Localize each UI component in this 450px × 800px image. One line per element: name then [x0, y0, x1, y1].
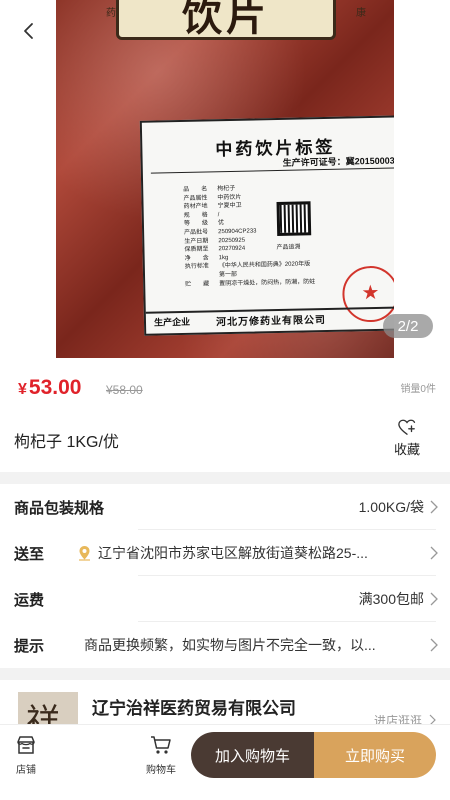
spec-list: 商品包装规格 1.00KG/袋 送至 辽宁省沈阳市苏家屯区解放街道葵松路25-.…	[0, 484, 450, 668]
spec-key: 商品包装规格	[14, 499, 105, 517]
add-to-cart-button[interactable]: 加入购物车	[191, 732, 314, 778]
herb-label-card: 中药饮片标签 生产许可证号：冀20150003 品 名枸杞子 产品属性 中药饮片 药材…	[139, 115, 394, 336]
chevron-right-icon	[430, 546, 438, 560]
original-price: ¥58.00	[106, 383, 143, 397]
label-row-key: 执行标准	[184, 263, 209, 271]
heart-plus-icon	[398, 419, 416, 435]
bag-top-right-text: 康	[356, 8, 366, 19]
spec-value: 商品更换频繁，如实物与图片不完全一致，以...	[84, 637, 376, 653]
spec-value: 满300包邮	[358, 591, 424, 607]
label-company-value: 河北万修药业有限公司	[215, 314, 327, 329]
spec-key: 运费	[14, 591, 45, 609]
spec-key: 送至	[14, 545, 45, 563]
bag-banner-text: 饮片	[182, 0, 270, 40]
current-price: ¥ 53.00	[18, 376, 81, 400]
chevron-right-icon	[430, 638, 438, 652]
label-rows: 品 名枸杞子 产品属性 中药饮片 药材产地 宁夏中卫规 格 / 等 级优产品批号 250904…	[183, 183, 315, 289]
shop-name: 辽宁治祥医药贸易有限公司	[92, 699, 296, 718]
label-license: 生产许可证号：冀20150003	[282, 155, 394, 168]
location-pin-icon	[79, 546, 90, 561]
product-photo: 饮片 药 康 中药饮片标签 生产许可证号：冀20150003 品 名枸杞子 产品属…	[56, 0, 394, 358]
spec-key: 提示	[14, 637, 45, 655]
spec-row-notice[interactable]: 提示 商品更换频繁，如实物与图片不完全一致，以...	[0, 622, 450, 668]
store-tab-label: 店铺	[16, 765, 36, 776]
spec-row-package[interactable]: 商品包装规格 1.00KG/袋	[0, 484, 450, 530]
currency-symbol: ¥	[18, 381, 27, 398]
bottom-action-bar: 店铺 购物车 加入购物车 立即购买	[0, 724, 450, 800]
spec-value: 1.00KG/袋	[358, 499, 424, 515]
red-seal-stamp	[341, 265, 394, 323]
price-section: ¥ 53.00 ¥58.00 销量0件 枸杞子 1KG/优 收藏	[0, 362, 450, 472]
qr-caption: 产品追溯	[276, 244, 301, 252]
spec-row-shipping[interactable]: 运费 满300包邮	[0, 576, 450, 622]
buy-now-button[interactable]: 立即购买	[314, 732, 436, 778]
sales-count: 销量0件	[400, 384, 436, 395]
spec-value: 辽宁省沈阳市苏家屯区解放街道葵松路25-...	[98, 545, 368, 561]
cart-tab-label: 购物车	[146, 765, 176, 776]
qr-code-icon	[276, 201, 312, 236]
image-counter: 2/2	[383, 314, 433, 338]
spec-row-delivery[interactable]: 送至 辽宁省沈阳市苏家屯区解放街道葵松路25-...	[0, 530, 450, 576]
shopping-cart-icon	[151, 736, 171, 754]
product-image-carousel[interactable]: 饮片 药 康 中药饮片标签 生产许可证号：冀20150003 品 名枸杞子 产品属…	[0, 0, 450, 362]
label-row-value: 置阴凉干燥处，防闷热，防潮，防蛀	[219, 278, 316, 287]
back-button[interactable]	[12, 14, 46, 48]
favorite-button[interactable]: 收藏	[384, 418, 430, 458]
store-tab-button[interactable]: 店铺	[14, 733, 38, 776]
chevron-right-icon	[430, 500, 438, 514]
product-detail-page: 饮片 药 康 中药饮片标签 生产许可证号：冀20150003 品 名枸杞子 产品属…	[0, 0, 450, 800]
chevron-right-icon	[430, 592, 438, 606]
store-icon	[17, 736, 35, 754]
label-row: 贮 藏 置阴凉干燥处，防闷热，防潮，防蛀	[185, 278, 315, 289]
product-title: 枸杞子 1KG/优	[14, 434, 119, 451]
price-value: 53.00	[28, 376, 82, 399]
favorite-label: 收藏	[393, 442, 420, 457]
cart-tab-button[interactable]: 购物车	[146, 733, 176, 776]
label-row-value: 《中华人民共和国药典》2020年版第一部	[218, 261, 311, 279]
label-row-key: 贮 藏	[185, 280, 210, 288]
chevron-left-icon	[24, 23, 33, 39]
label-company-key: 生产企业	[153, 316, 191, 328]
bag-top-left-text: 药	[106, 8, 116, 19]
